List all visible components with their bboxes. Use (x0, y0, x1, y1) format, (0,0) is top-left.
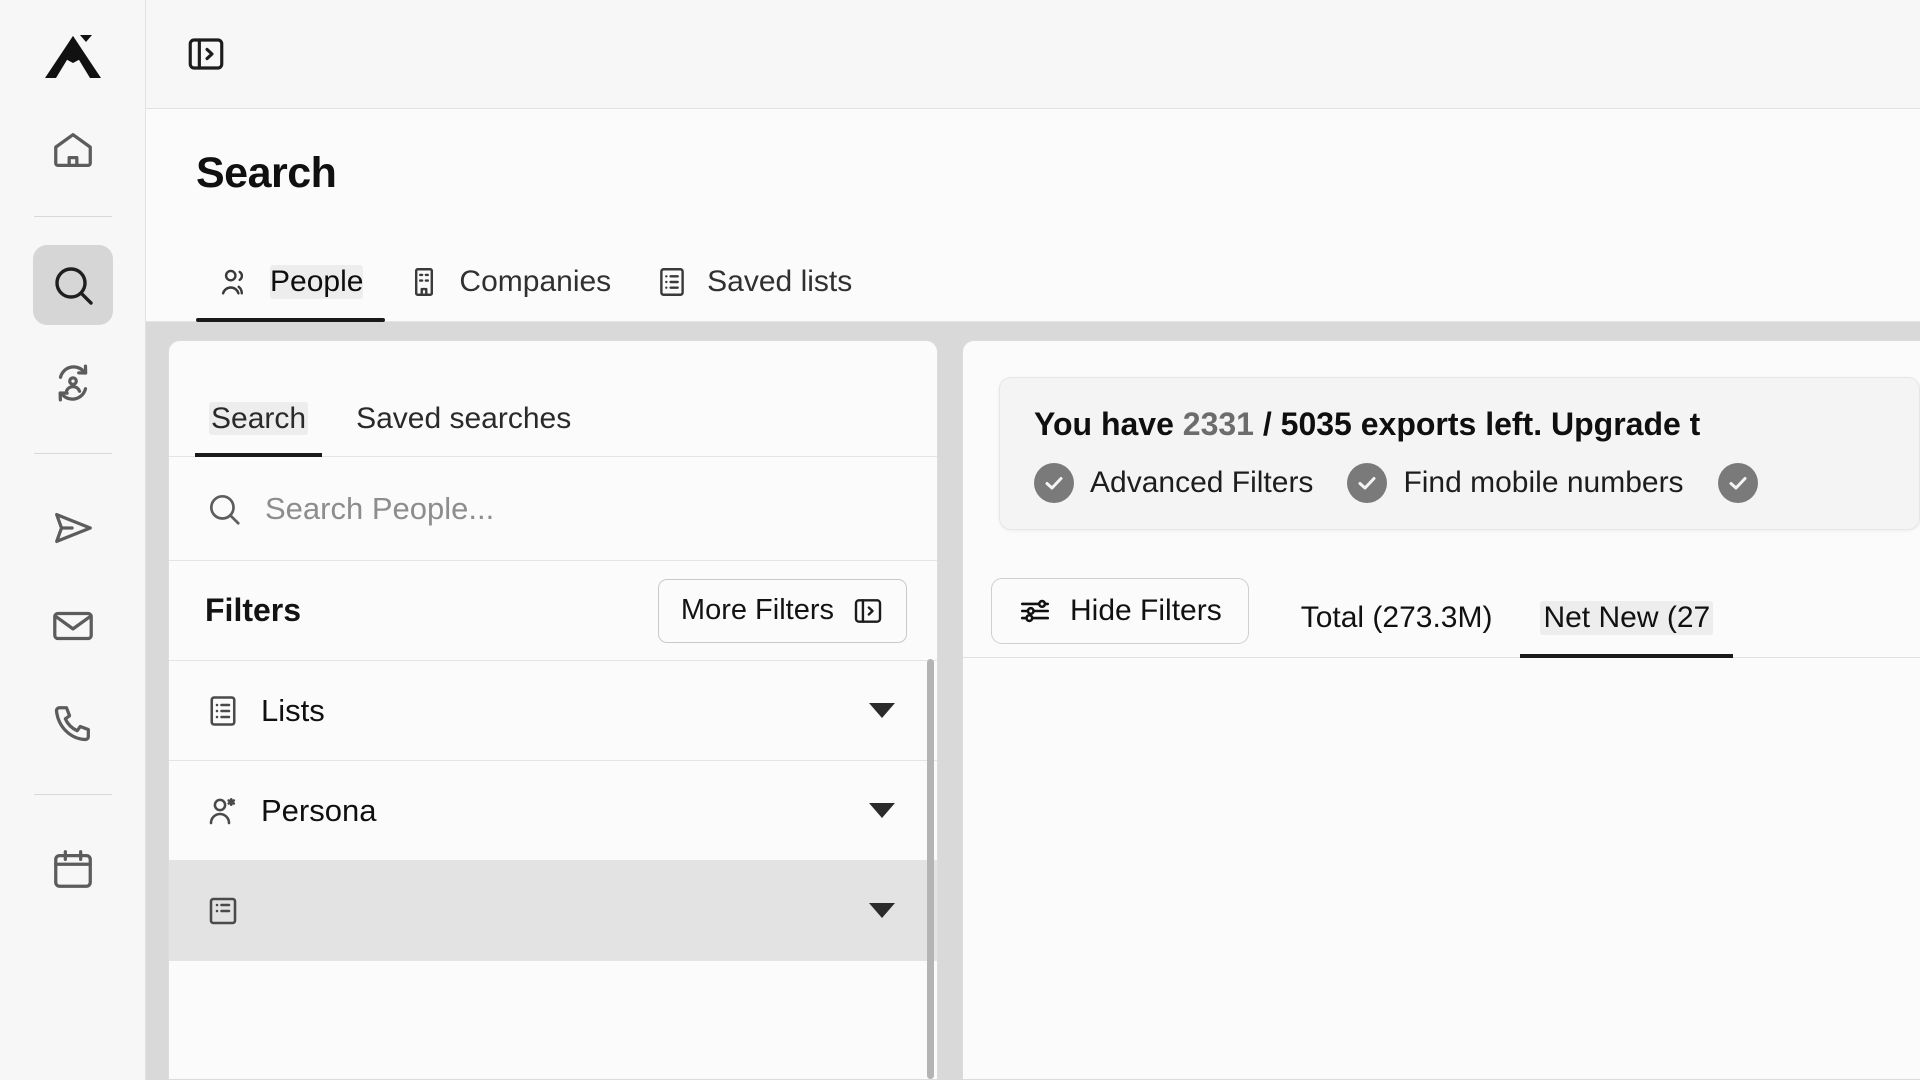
tab-saved-lists-label: Saved lists (707, 265, 853, 298)
feature-find-mobile-numbers: Find mobile numbers (1347, 463, 1684, 503)
sidebar-item-meetings[interactable] (33, 829, 113, 909)
feature-third (1717, 463, 1774, 503)
app-root: Search People Companies Saved lists Sear… (0, 0, 1920, 1080)
quota-suffix: exports left. Upgrade t (1351, 406, 1701, 442)
results-tab-net-new[interactable]: Net New (27 (1516, 564, 1737, 658)
body-split: Search Saved searches Search People... F… (146, 322, 1920, 1080)
filter-panel-tabs: Search Saved searches (169, 341, 937, 457)
sync-contacts-icon (50, 360, 96, 406)
people-icon (218, 265, 252, 299)
check-circle-icon (1034, 463, 1074, 503)
quota-total: 5035 (1280, 406, 1352, 442)
page-tabs: People Companies Saved lists (146, 244, 1920, 322)
filter-tab-search[interactable]: Search (194, 402, 323, 457)
chevron-down-icon (869, 803, 895, 818)
home-icon (50, 127, 96, 173)
sidebar-rail (0, 0, 146, 1080)
sidebar-divider-1 (33, 216, 112, 217)
search-icon (49, 261, 97, 309)
results-tab-net-new-label: Net New (27 (1540, 601, 1714, 635)
chevron-down-icon (869, 903, 895, 918)
quota-separator: / (1253, 406, 1281, 442)
filters-header: Filters More Filters (169, 561, 937, 661)
persona-icon (205, 793, 247, 829)
filter-panel-scrollbar[interactable] (927, 659, 934, 1079)
tab-companies[interactable]: Companies (385, 265, 633, 321)
export-quota-banner: You have 2331 / 5035 exports left. Upgra… (999, 377, 1920, 530)
hide-filters-button[interactable]: Hide Filters (991, 577, 1249, 644)
filters-title: Filters (205, 592, 302, 628)
filter-item-lists-label: Lists (261, 692, 325, 728)
tab-saved-lists[interactable]: Saved lists (633, 265, 874, 321)
people-search-field[interactable]: Search People... (169, 457, 937, 561)
list-icon (205, 693, 247, 729)
mail-icon (50, 603, 96, 649)
search-icon (205, 490, 243, 528)
filter-item-persona-label: Persona (261, 792, 377, 828)
sidebar-divider-2 (33, 453, 112, 454)
top-bar (146, 0, 1920, 109)
banner-feature-list: Advanced Filters Find mobile numbers (1034, 463, 1885, 503)
panel-expand-icon (852, 595, 884, 627)
grid-icon (205, 893, 247, 929)
page-header: Search People Companies Saved lists (146, 109, 1920, 322)
chevron-down-icon (869, 703, 895, 718)
people-search-placeholder: Search People... (265, 490, 495, 526)
phone-icon (50, 701, 96, 747)
building-icon (407, 265, 441, 299)
quota-prefix: You have (1034, 406, 1183, 442)
tab-people[interactable]: People (196, 265, 386, 322)
results-tab-total-label: Total (273.3M) (1300, 601, 1493, 634)
results-toolbar: Hide Filters Total (273.3M) Net New (27 (963, 530, 1920, 658)
main-area: Search People Companies Saved lists Sear… (146, 0, 1920, 1080)
panel-expand-toggle[interactable] (182, 30, 230, 78)
calendar-icon (50, 846, 96, 892)
page-title: Search (196, 149, 337, 197)
sidebar-item-enrich[interactable] (33, 343, 113, 423)
results-tab-total[interactable]: Total (273.3M) (1277, 564, 1517, 657)
filter-tab-saved-searches[interactable]: Saved searches (350, 402, 577, 456)
feature-find-mobile-numbers-label: Find mobile numbers (1403, 466, 1684, 499)
filter-item-persona[interactable]: Persona (169, 761, 937, 861)
filter-tab-saved-searches-label: Saved searches (356, 402, 572, 435)
export-quota-text: You have 2331 / 5035 exports left. Upgra… (1034, 406, 1885, 443)
filter-panel: Search Saved searches Search People... F… (168, 340, 938, 1080)
feature-advanced-filters-label: Advanced Filters (1090, 466, 1314, 499)
panel-expand-icon (185, 33, 227, 75)
check-circle-icon (1717, 463, 1758, 503)
send-icon (50, 505, 96, 551)
results-body (963, 658, 1920, 1079)
check-circle-icon (1347, 463, 1388, 503)
more-filters-label: More Filters (680, 594, 834, 626)
sidebar-item-calls[interactable] (33, 684, 113, 764)
hide-filters-label: Hide Filters (1070, 593, 1222, 627)
filter-tab-search-label: Search (209, 402, 309, 435)
brand-logo[interactable] (38, 22, 108, 92)
results-panel: You have 2331 / 5035 exports left. Upgra… (962, 340, 1920, 1080)
sidebar-item-search[interactable] (32, 245, 113, 325)
sliders-icon (1018, 594, 1052, 628)
sidebar-item-sequences[interactable] (33, 488, 113, 568)
filter-item-lists[interactable]: Lists (169, 661, 937, 761)
tab-people-label: People (270, 265, 364, 299)
filter-item-next[interactable] (169, 861, 937, 961)
list-icon (655, 265, 689, 299)
feature-advanced-filters: Advanced Filters (1034, 463, 1313, 503)
more-filters-button[interactable]: More Filters (657, 578, 907, 643)
quota-used: 2331 (1182, 406, 1254, 442)
tab-companies-label: Companies (459, 265, 612, 298)
sidebar-divider-3 (33, 794, 112, 795)
sidebar-item-emails[interactable] (33, 586, 113, 666)
sidebar-item-home[interactable] (33, 110, 113, 190)
